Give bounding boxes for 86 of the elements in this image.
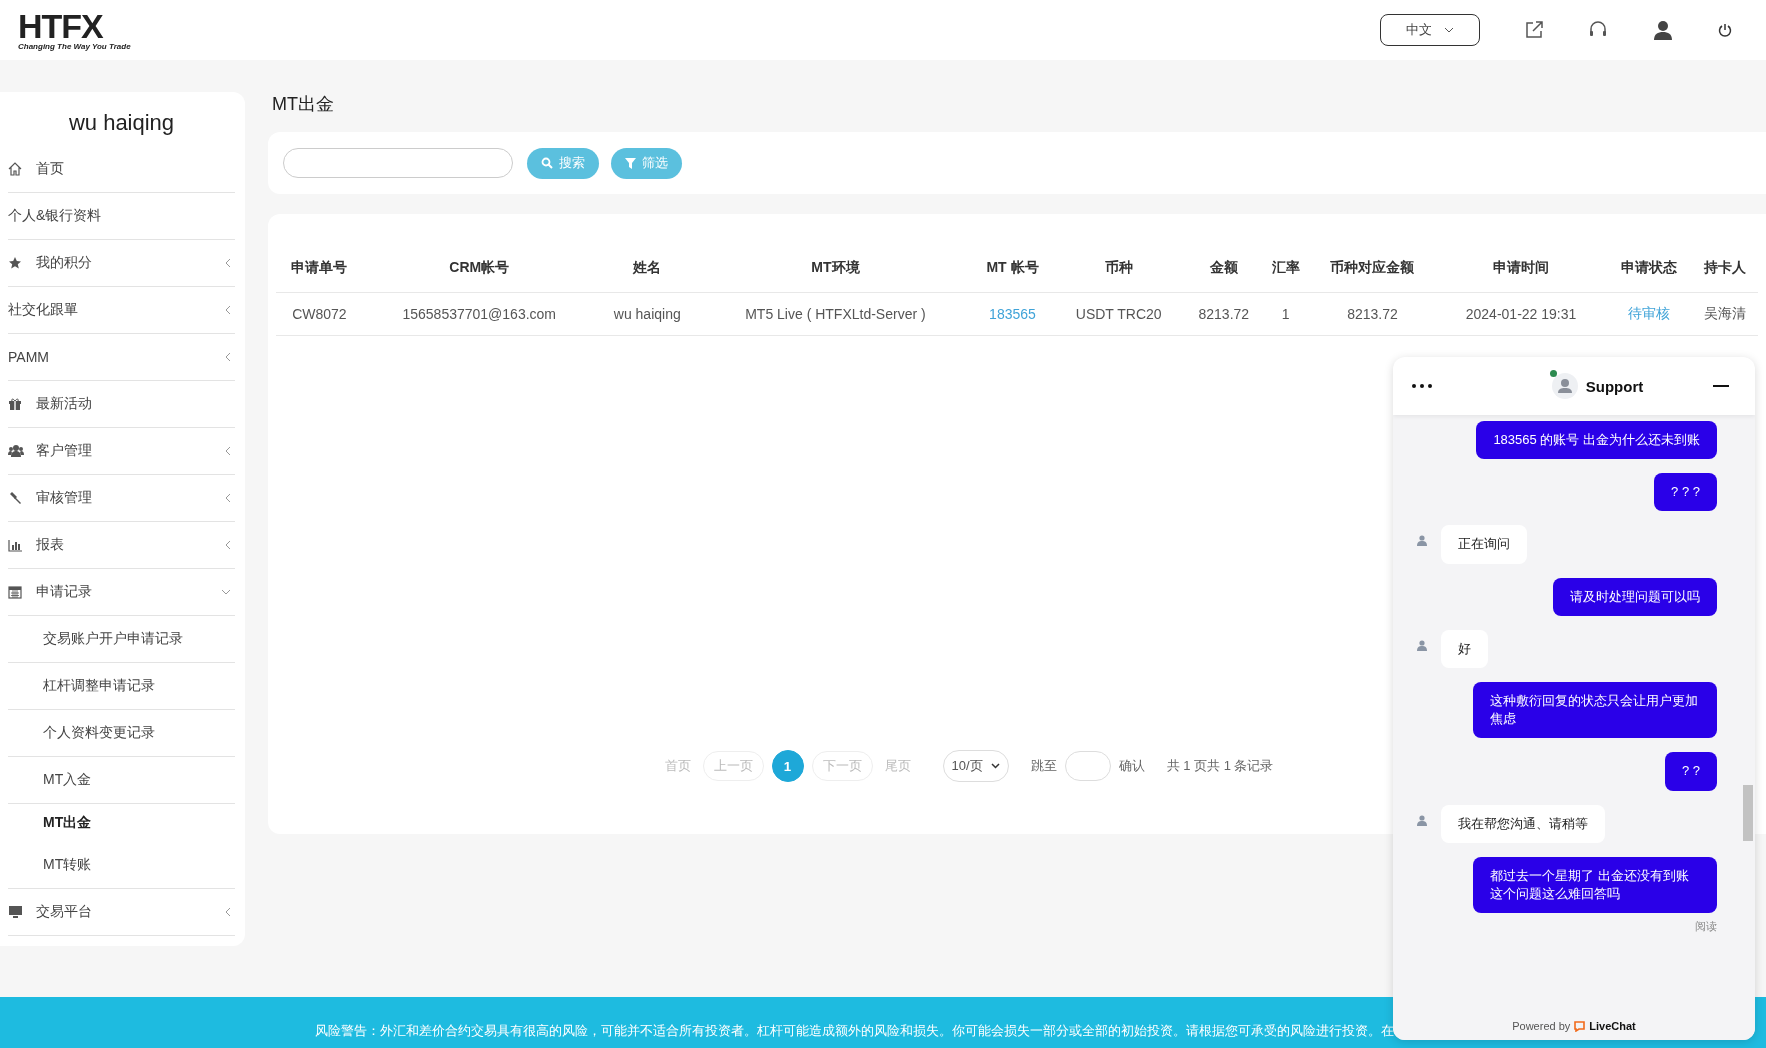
powered-by-text: Powered by <box>1512 1020 1571 1032</box>
sidebar-item[interactable]: PAMM <box>8 334 235 381</box>
table-cell: 8213.72 <box>1198 306 1250 322</box>
search-field[interactable] <box>283 148 513 178</box>
sidebar-item[interactable]: 社交化跟單 <box>8 287 235 334</box>
table-cell: 8213.72 <box>1347 306 1398 322</box>
caret-icon <box>990 763 1000 769</box>
column-header: 币种对应金额 <box>1308 244 1437 293</box>
sidebar-subitem[interactable]: 个人资料变更记录 <box>8 710 235 757</box>
sidebar-item[interactable]: 审核管理 <box>8 475 235 522</box>
chat-bubble-icon <box>1574 1020 1586 1032</box>
column-header: CRM帐号 <box>362 244 596 293</box>
sidebar-subitem[interactable]: MT出金 <box>8 804 235 842</box>
sidebar-item[interactable]: 申请记录 <box>8 569 235 616</box>
jump-label: 跳至 <box>1030 757 1057 775</box>
page-size-select[interactable]: 10/页 <box>942 750 1009 782</box>
jump-page-field[interactable] <box>1064 751 1111 781</box>
page-title: MT出金 <box>271 93 335 116</box>
sidebar-item[interactable]: 最新活动 <box>8 381 235 428</box>
column-header: MT环境 <box>698 244 972 293</box>
sidebar-subitem[interactable]: 交易账户开户申请记录 <box>8 616 235 663</box>
table-cell: MT5 Live ( HTFXLtd-Server ) <box>745 306 926 322</box>
sidebar-item[interactable]: 报表 <box>8 522 235 569</box>
logo-tagline: Changing The Way You Trade <box>18 43 131 51</box>
column-header: 申请时间 <box>1436 244 1606 293</box>
users-icon <box>8 444 24 458</box>
chat-message: ? ? ? <box>1654 473 1717 512</box>
sidebar-item[interactable]: 交易平台 <box>8 889 235 936</box>
home-icon <box>8 162 22 176</box>
column-header: 持卡人 <box>1692 244 1758 293</box>
confirm-link[interactable]: 确认 <box>1118 757 1145 775</box>
table-cell: 1 <box>1281 306 1290 322</box>
calendar-icon <box>8 585 22 599</box>
chat-message: 183565 的账号 出金为什么还未到账 <box>1476 421 1717 460</box>
chat-message: 我在帮您沟通、请稍等 <box>1441 804 1605 843</box>
table-cell: USDT TRC20 <box>1075 306 1162 322</box>
sidebar-item[interactable]: 个人&银行资料 <box>8 193 235 240</box>
agent-avatar-icon <box>1417 639 1427 651</box>
sidebar-subitem[interactable]: 杠杆调整申请记录 <box>8 663 235 710</box>
external-link-icon[interactable] <box>1524 20 1544 40</box>
chat-message: 都过去一个星期了 出金还没有到账这个问题这么难回答吗 <box>1473 856 1717 914</box>
chat-title: Support <box>1585 377 1644 395</box>
sidebar-subitem[interactable]: MT转账 <box>8 842 235 889</box>
sidebar-item[interactable]: 我的积分 <box>8 240 235 287</box>
sidebar-item[interactable]: 客户管理 <box>8 428 235 475</box>
column-header: 申请状态 <box>1605 244 1693 293</box>
table-cell: 2024-01-22 19:31 <box>1465 306 1577 322</box>
more-icon[interactable] <box>1412 384 1432 388</box>
column-header: 汇率 <box>1263 244 1309 293</box>
column-header: 姓名 <box>595 244 699 293</box>
agent-avatar-icon <box>1417 535 1427 547</box>
minimize-icon[interactable] <box>1713 384 1729 388</box>
agent-avatar-icon <box>1551 373 1578 399</box>
star-icon <box>8 256 22 270</box>
table-cell: CW8072 <box>292 306 347 322</box>
column-header: 币种 <box>1052 244 1185 293</box>
column-header: 金额 <box>1184 244 1264 293</box>
search-icon <box>541 157 553 169</box>
bar-chart-icon <box>8 538 23 552</box>
language-select[interactable]: 中文 <box>1380 14 1480 46</box>
user-name: wu haiqing <box>67 109 176 137</box>
agent-avatar-icon <box>1417 814 1427 826</box>
chat-message: 正在询问 <box>1441 525 1527 564</box>
record-summary: 共 1 页共 1 条记录 <box>1166 757 1274 775</box>
chat-message: ? ? <box>1664 752 1717 791</box>
sidebar-subitem[interactable]: MT入金 <box>8 757 235 804</box>
sidebar-item[interactable]: 首页 <box>8 146 235 193</box>
chat-message: 这种敷衍回复的状态只会让用户更加焦虑 <box>1473 681 1717 739</box>
gift-icon <box>8 397 22 411</box>
power-icon[interactable] <box>1718 23 1732 37</box>
monitor-icon <box>8 905 23 919</box>
column-header: 申请单号 <box>276 244 363 293</box>
table-cell: 吴海清 <box>1704 305 1747 321</box>
table-cell: 15658537701@163.com <box>402 306 556 322</box>
caret-icon <box>1444 27 1454 33</box>
table-cell: wu haiqing <box>613 306 681 322</box>
chat-message: 好 <box>1441 629 1488 668</box>
filter-icon <box>625 157 636 169</box>
user-icon[interactable] <box>1652 19 1674 41</box>
chat-message: 请及时处理问题可以吗 <box>1553 577 1717 616</box>
column-header: MT 帐号 <box>972 244 1053 293</box>
read-status: 阅读 <box>1694 919 1717 935</box>
brand-name: LiveChat <box>1589 1020 1636 1032</box>
risk-warning: 风险警告：外汇和差价合约交易具有很高的风险，可能并不适合所有投资者。杠杆可能造成额外的风险和损失。你可能会损失一部分或全部的初始投资。请根据您可承受的风险进行投资。在 <box>315 1023 1394 1040</box>
logo-text: HTFX <box>18 9 103 43</box>
logo[interactable]: HTFX Changing The Way You Trade <box>18 9 131 51</box>
